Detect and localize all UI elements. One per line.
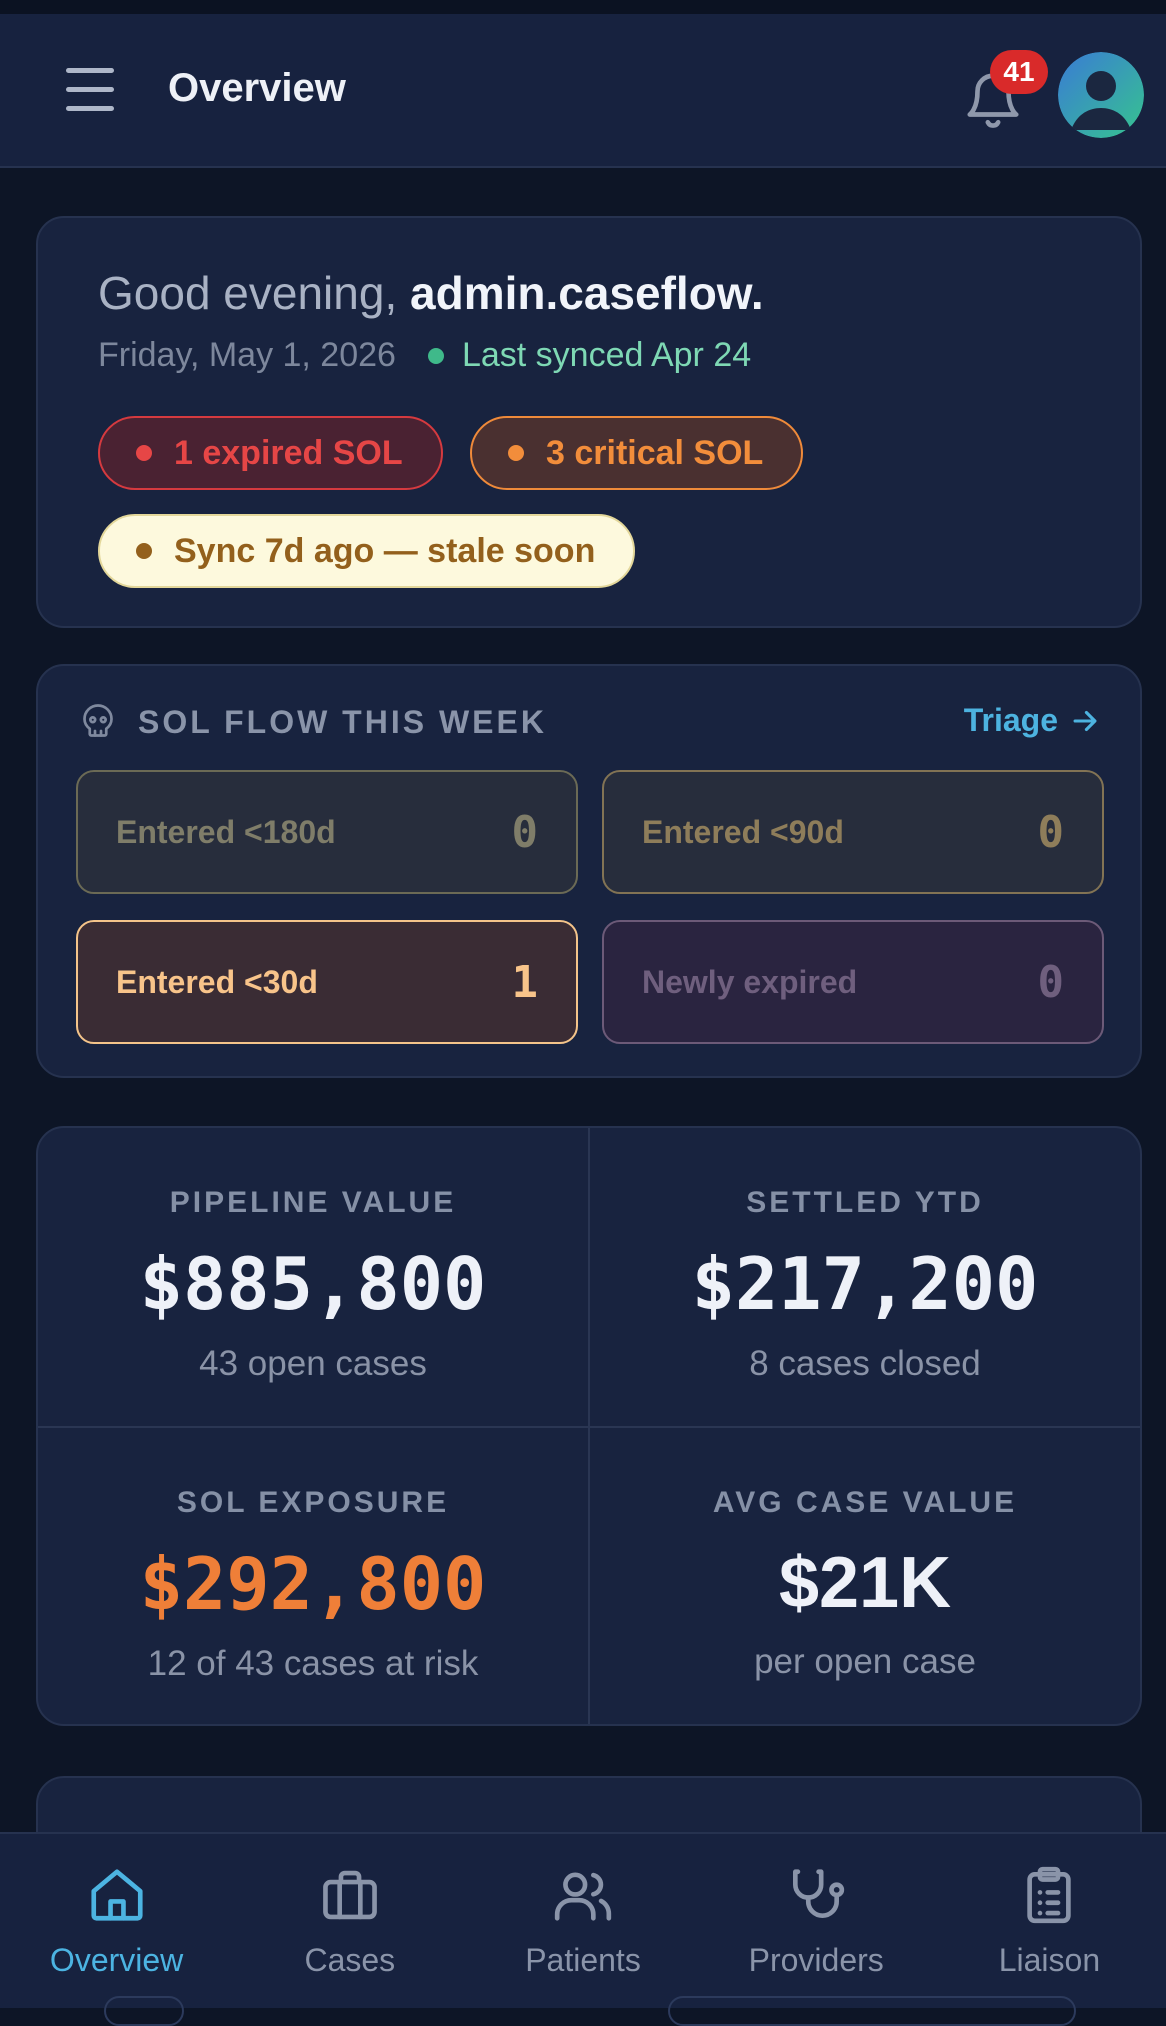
expired-sol-pill[interactable]: 1 expired SOL [98, 416, 443, 490]
metrics-card: PIPELINE VALUE $885,800 43 open cases SE… [36, 1126, 1142, 1726]
home-indicator [104, 1996, 184, 2026]
metric-settled-ytd[interactable]: SETTLED YTD $217,200 8 cases closed [590, 1128, 1140, 1426]
sol-tile-90d[interactable]: Entered <90d 0 [602, 770, 1104, 894]
bottom-navigation: Overview Cases Patients Providers Liaiso… [0, 1832, 1166, 2008]
stethoscope-icon [793, 1869, 845, 1918]
current-date: Friday, May 1, 2026 [98, 336, 396, 374]
greeting-card: Good evening, admin.caseflow. Friday, Ma… [36, 216, 1142, 628]
users-icon [554, 1872, 612, 1921]
sol-tile-30d[interactable]: Entered <30d 1 [76, 920, 578, 1044]
greeting-text: Good evening, admin.caseflow. [98, 267, 764, 319]
sync-status: Last synced Apr 24 [461, 336, 752, 374]
arrow-right-icon [1073, 710, 1097, 731]
divider [38, 1426, 1140, 1428]
metric-pipeline-value[interactable]: PIPELINE VALUE $885,800 43 open cases [38, 1128, 588, 1426]
metric-avg-case-value[interactable]: AVG CASE VALUE $21K per open case [590, 1428, 1140, 1724]
top-app-bar: Overview 41 [0, 14, 1166, 168]
triage-link[interactable]: Triage [964, 702, 1102, 739]
page-title: Overview [168, 66, 346, 110]
clipboard-icon [1027, 1866, 1072, 1924]
nav-overview[interactable]: Overview [0, 1834, 233, 2008]
status-dot [136, 543, 152, 559]
briefcase-icon [322, 1870, 377, 1920]
nav-providers[interactable]: Providers [700, 1834, 933, 2008]
nav-liaison[interactable]: Liaison [933, 1834, 1166, 2008]
skull-icon [83, 704, 113, 737]
home-icon [91, 1869, 143, 1921]
sync-stale-pill[interactable]: Sync 7d ago — stale soon [98, 514, 636, 588]
status-dot [136, 445, 152, 461]
status-dot [508, 445, 524, 461]
sol-tile-180d[interactable]: Entered <180d 0 [76, 770, 578, 894]
username: admin.caseflow. [410, 267, 764, 319]
sync-status-dot [427, 347, 444, 364]
home-indicator [668, 1996, 1076, 2026]
sol-flow-title: SOL FLOW THIS WEEK [138, 703, 547, 740]
sol-flow-header: SOL FLOW THIS WEEK [80, 702, 547, 742]
critical-sol-pill[interactable]: 3 critical SOL [470, 416, 804, 490]
avatar[interactable] [1058, 52, 1144, 138]
sol-flow-card: SOL FLOW THIS WEEK Triage Entered <180d … [36, 664, 1142, 1078]
status-bar [0, 0, 1166, 14]
user-avatar-icon [1058, 52, 1144, 138]
menu-icon[interactable] [66, 68, 114, 112]
notification-badge: 41 [990, 50, 1048, 94]
sol-tile-expired[interactable]: Newly expired 0 [602, 920, 1104, 1044]
date-line: Friday, May 1, 2026 Last synced Apr 24 [98, 336, 751, 375]
metric-sol-exposure[interactable]: SOL EXPOSURE $292,800 12 of 43 cases at … [38, 1428, 588, 1724]
nav-cases[interactable]: Cases [233, 1834, 466, 2008]
nav-patients[interactable]: Patients [466, 1834, 699, 2008]
